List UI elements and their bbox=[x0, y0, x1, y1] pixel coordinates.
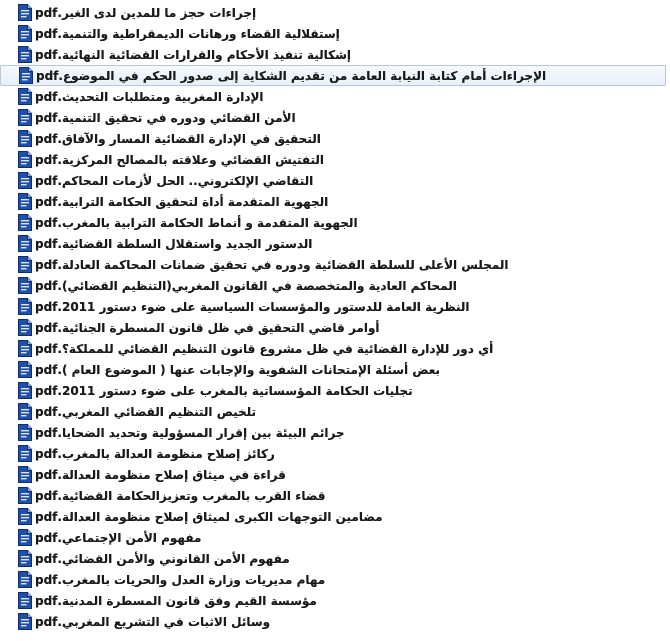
file-name: مؤسسة القيم وفق قانون المسطرة المدنية.pd… bbox=[35, 593, 317, 608]
file-name: الأمن القضائي ودوره في تحقيق التنمية.pdf bbox=[35, 110, 296, 125]
file-name: مفهوم الأمن الإجتماعي.pdf bbox=[35, 530, 202, 545]
file-name: إستقلالية القضاء ورهانات الديمقراطية وال… bbox=[35, 26, 340, 41]
file-name: قراءة في ميثاق إصلاح منظومة العدالة.pdf bbox=[35, 467, 286, 482]
file-name: تلخيص التنظيم القضائي المغربي.pdf bbox=[35, 404, 257, 419]
file-row[interactable]: بعض أسئلة الإمتحانات الشفوية والإجابات ع… bbox=[0, 359, 670, 380]
pdf-file-icon bbox=[19, 67, 33, 84]
file-name: مفهوم الأمن القانوني والأمن القضائي.pdf bbox=[35, 551, 290, 566]
file-row[interactable]: إشكالية تنفيذ الأحكام والقرارات القضائية… bbox=[0, 44, 670, 65]
pdf-file-icon bbox=[18, 403, 32, 420]
file-row[interactable]: تجليات الحكامة المؤسساتية بالمغرب على ضو… bbox=[0, 380, 670, 401]
file-name: التحقيق في الإدارة القضائية المسار والآف… bbox=[35, 131, 321, 146]
file-name: جرائم البيئة بين إقرار المسؤولية وتحديد … bbox=[35, 425, 345, 440]
file-list: إجراءات حجز ما للمدين لدى الغير.pdf إستق… bbox=[0, 0, 670, 641]
pdf-file-icon bbox=[18, 109, 32, 126]
file-name: أي دور للإدارة القضائية في ظل مشروع قانو… bbox=[35, 341, 494, 356]
file-name: إجراءات حجز ما للمدين لدى الغير.pdf bbox=[35, 5, 257, 20]
file-row[interactable]: قضاء القرب بالمغرب وتعزيزالحكامة القضائي… bbox=[0, 485, 670, 506]
file-row[interactable]: الجهوية المتقدمة و أنماط الحكامة الترابي… bbox=[0, 212, 670, 233]
file-name: الدستور الجديد واستقلال السلطة القضائية.… bbox=[35, 236, 313, 251]
pdf-file-icon bbox=[18, 319, 32, 336]
file-row[interactable]: إستقلالية القضاء ورهانات الديمقراطية وال… bbox=[0, 23, 670, 44]
file-row[interactable]: أوامر قاضي التحقيق في ظل قانون المسطرة ا… bbox=[0, 317, 670, 338]
file-row[interactable]: مضامين التوجهات الكبرى لميثاق إصلاح منظو… bbox=[0, 506, 670, 527]
file-row[interactable]: التفتيش القضائي وعلاقته بالمصالح المركزي… bbox=[0, 149, 670, 170]
file-row[interactable]: الإدارة المغربية ومتطلبات التحديث.pdf bbox=[0, 86, 670, 107]
pdf-file-icon bbox=[18, 550, 32, 567]
pdf-file-icon bbox=[18, 277, 32, 294]
file-name: أوامر قاضي التحقيق في ظل قانون المسطرة ا… bbox=[35, 320, 380, 335]
file-row[interactable]: ركائز إصلاح منظومة العدالة بالمغرب.pdf bbox=[0, 443, 670, 464]
file-name: بعض أسئلة الإمتحانات الشفوية والإجابات ع… bbox=[35, 362, 440, 377]
file-name: المحاكم العادية والمتخصصة في القانون الم… bbox=[35, 278, 457, 293]
file-row[interactable]: المحاكم العادية والمتخصصة في القانون الم… bbox=[0, 275, 670, 296]
file-row[interactable]: إجراءات حجز ما للمدين لدى الغير.pdf bbox=[0, 2, 670, 23]
file-name: التفتيش القضائي وعلاقته بالمصالح المركزي… bbox=[35, 152, 325, 167]
file-name: الإدارة المغربية ومتطلبات التحديث.pdf bbox=[35, 89, 264, 104]
file-row[interactable]: قراءة في ميثاق إصلاح منظومة العدالة.pdf bbox=[0, 464, 670, 485]
pdf-file-icon bbox=[18, 4, 32, 21]
pdf-file-icon bbox=[18, 508, 32, 525]
pdf-file-icon bbox=[18, 361, 32, 378]
pdf-file-icon bbox=[18, 382, 32, 399]
file-name: إشكالية تنفيذ الأحكام والقرارات القضائية… bbox=[35, 47, 352, 62]
pdf-file-icon bbox=[18, 172, 32, 189]
file-row[interactable]: النظرية العامة للدستور والمؤسسات السياسي… bbox=[0, 296, 670, 317]
file-name: وسائل الاثبات في التشريع المغربي.pdf bbox=[35, 614, 271, 629]
file-row[interactable]: التقاضي الإلكتروني.. الحل لأزمات المحاكم… bbox=[0, 170, 670, 191]
file-name: مضامين التوجهات الكبرى لميثاق إصلاح منظو… bbox=[35, 509, 383, 524]
file-row[interactable]: مؤسسة القيم وفق قانون المسطرة المدنية.pd… bbox=[0, 590, 670, 611]
pdf-file-icon bbox=[18, 298, 32, 315]
file-row[interactable]: الدستور الجديد واستقلال السلطة القضائية.… bbox=[0, 233, 670, 254]
file-row[interactable]: مهام مديريات وزارة العدل والحريات بالمغر… bbox=[0, 569, 670, 590]
pdf-file-icon bbox=[18, 445, 32, 462]
file-name: قضاء القرب بالمغرب وتعزيزالحكامة القضائي… bbox=[35, 488, 326, 503]
pdf-file-icon bbox=[18, 340, 32, 357]
file-name: ركائز إصلاح منظومة العدالة بالمغرب.pdf bbox=[35, 446, 275, 461]
file-name: تجليات الحكامة المؤسساتية بالمغرب على ضو… bbox=[35, 383, 413, 398]
file-row[interactable]: الجهوية المتقدمة أداة لتحقيق الحكامة الت… bbox=[0, 191, 670, 212]
file-row[interactable]: وسائل الاثبات في التشريع المغربي.pdf bbox=[0, 611, 670, 632]
file-name: المجلس الأعلى للسلطة القضائية ودوره في ت… bbox=[35, 257, 509, 272]
file-row[interactable]: الأمن القضائي ودوره في تحقيق التنمية.pdf bbox=[0, 107, 670, 128]
file-row[interactable]: جرائم البيئة بين إقرار المسؤولية وتحديد … bbox=[0, 422, 670, 443]
pdf-file-icon bbox=[18, 487, 32, 504]
pdf-file-icon bbox=[18, 151, 32, 168]
pdf-file-icon bbox=[18, 25, 32, 42]
file-row[interactable]: المجلس الأعلى للسلطة القضائية ودوره في ت… bbox=[0, 254, 670, 275]
pdf-file-icon bbox=[18, 466, 32, 483]
file-name: الجهوية المتقدمة و أنماط الحكامة الترابي… bbox=[35, 215, 358, 230]
pdf-file-icon bbox=[18, 193, 32, 210]
file-row[interactable]: أي دور للإدارة القضائية في ظل مشروع قانو… bbox=[0, 338, 670, 359]
pdf-file-icon bbox=[18, 256, 32, 273]
pdf-file-icon bbox=[18, 613, 32, 630]
pdf-file-icon bbox=[18, 235, 32, 252]
pdf-file-icon bbox=[18, 571, 32, 588]
file-name: الجهوية المتقدمة أداة لتحقيق الحكامة الت… bbox=[35, 194, 329, 209]
file-row[interactable]: التحقيق في الإدارة القضائية المسار والآف… bbox=[0, 128, 670, 149]
file-name: التقاضي الإلكتروني.. الحل لأزمات المحاكم… bbox=[35, 173, 314, 188]
pdf-file-icon bbox=[18, 592, 32, 609]
file-row[interactable]: الإجراءات أمام كتابة النيابة العامة من ت… bbox=[0, 65, 666, 86]
file-row[interactable]: مفهوم الأمن القانوني والأمن القضائي.pdf bbox=[0, 548, 670, 569]
pdf-file-icon bbox=[18, 424, 32, 441]
pdf-file-icon bbox=[18, 214, 32, 231]
pdf-file-icon bbox=[18, 529, 32, 546]
file-name: الإجراءات أمام كتابة النيابة العامة من ت… bbox=[36, 68, 547, 83]
file-row[interactable]: تلخيص التنظيم القضائي المغربي.pdf bbox=[0, 401, 670, 422]
pdf-file-icon bbox=[18, 46, 32, 63]
pdf-file-icon bbox=[18, 130, 32, 147]
file-name: النظرية العامة للدستور والمؤسسات السياسي… bbox=[35, 299, 470, 314]
file-name: مهام مديريات وزارة العدل والحريات بالمغر… bbox=[35, 572, 326, 587]
file-row[interactable]: مفهوم الأمن الإجتماعي.pdf bbox=[0, 527, 670, 548]
pdf-file-icon bbox=[18, 88, 32, 105]
